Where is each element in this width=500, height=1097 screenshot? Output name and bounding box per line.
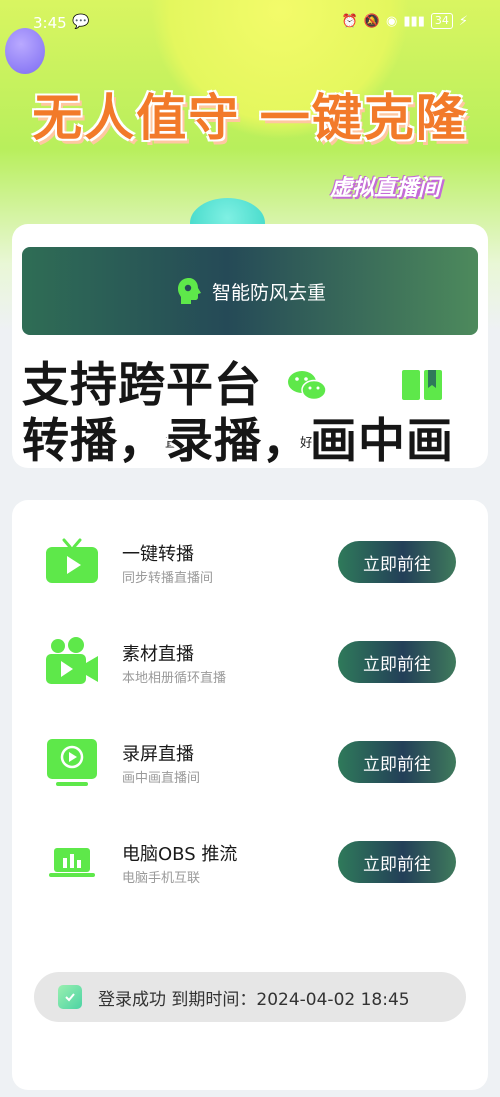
- mute-icon: 🔕: [363, 13, 381, 29]
- brain-head-icon: [177, 278, 201, 304]
- feature-desc: 画中画直播间: [122, 771, 201, 786]
- login-status-text: 登录成功 到期时间：2024-04-02 18:45: [98, 989, 410, 1010]
- feature-desc: 同步转播直播间: [122, 571, 214, 586]
- hero-title: 无人值守 一键克隆: [32, 89, 468, 147]
- video-camera-icon: [46, 637, 98, 684]
- tv-play-icon: [46, 538, 98, 583]
- hero-subtitle: 虚拟直播间: [330, 176, 441, 201]
- feature-title: 电脑OBS 推流: [122, 844, 238, 865]
- wechat-icon: [288, 371, 327, 401]
- charging-icon: ⚡: [458, 13, 468, 29]
- signal-icon: ▮▮▮: [403, 13, 425, 29]
- battery-icon: 34: [430, 13, 453, 29]
- feature-row-material-live: 素材直播 本地相册循环直播 立即前往: [12, 600, 488, 700]
- feature-title: 素材直播: [122, 644, 194, 665]
- feature-row-rebroadcast: 一键转播 同步转播直播间 立即前往: [12, 500, 488, 600]
- bookmark-icon: [402, 370, 442, 400]
- go-button-screen-live[interactable]: 立即前往: [338, 741, 456, 783]
- banner-label: 智能防风去重: [211, 281, 326, 304]
- go-button-material-live[interactable]: 立即前往: [338, 641, 456, 683]
- anti-duplicate-banner[interactable]: 智能防风去重: [22, 247, 478, 335]
- wifi-icon: ◉: [386, 13, 398, 29]
- go-button-obs-push[interactable]: 立即前往: [338, 841, 456, 883]
- feature-desc: 电脑手机互联: [122, 871, 201, 886]
- status-bar: 3:45 💬 ⏰ 🔕 ◉ ▮▮▮ 34 ⚡: [0, 0, 500, 46]
- screen-record-icon: [47, 739, 97, 786]
- feature-desc: 本地相册循环直播: [122, 671, 227, 686]
- message-icon: 💬: [72, 14, 90, 30]
- feature-list-card: 一键转播 同步转播直播间 立即前往 素材直播 本地相册循环直播 立即前往 录屏直…: [12, 500, 488, 1090]
- login-status-bar: 登录成功 到期时间：2024-04-02 18:45: [34, 972, 466, 1022]
- status-time: 3:45: [33, 14, 67, 32]
- promo-line-2: 转播，录播，画中画: [22, 414, 454, 469]
- feature-title: 录屏直播: [122, 744, 194, 765]
- alarm-icon: ⏰: [341, 13, 358, 29]
- login-ok-icon: [58, 985, 82, 1009]
- go-button-rebroadcast[interactable]: 立即前往: [338, 541, 456, 583]
- laptop-chart-icon: [49, 848, 95, 877]
- feature-title: 一键转播: [122, 544, 194, 565]
- feature-row-obs-push: 电脑OBS 推流 电脑手机互联 立即前往: [12, 800, 488, 900]
- status-icons: ⏰ 🔕 ◉ ▮▮▮ 34 ⚡: [342, 13, 468, 29]
- feature-row-screen-live: 录屏直播 画中画直播间 立即前往: [12, 700, 488, 800]
